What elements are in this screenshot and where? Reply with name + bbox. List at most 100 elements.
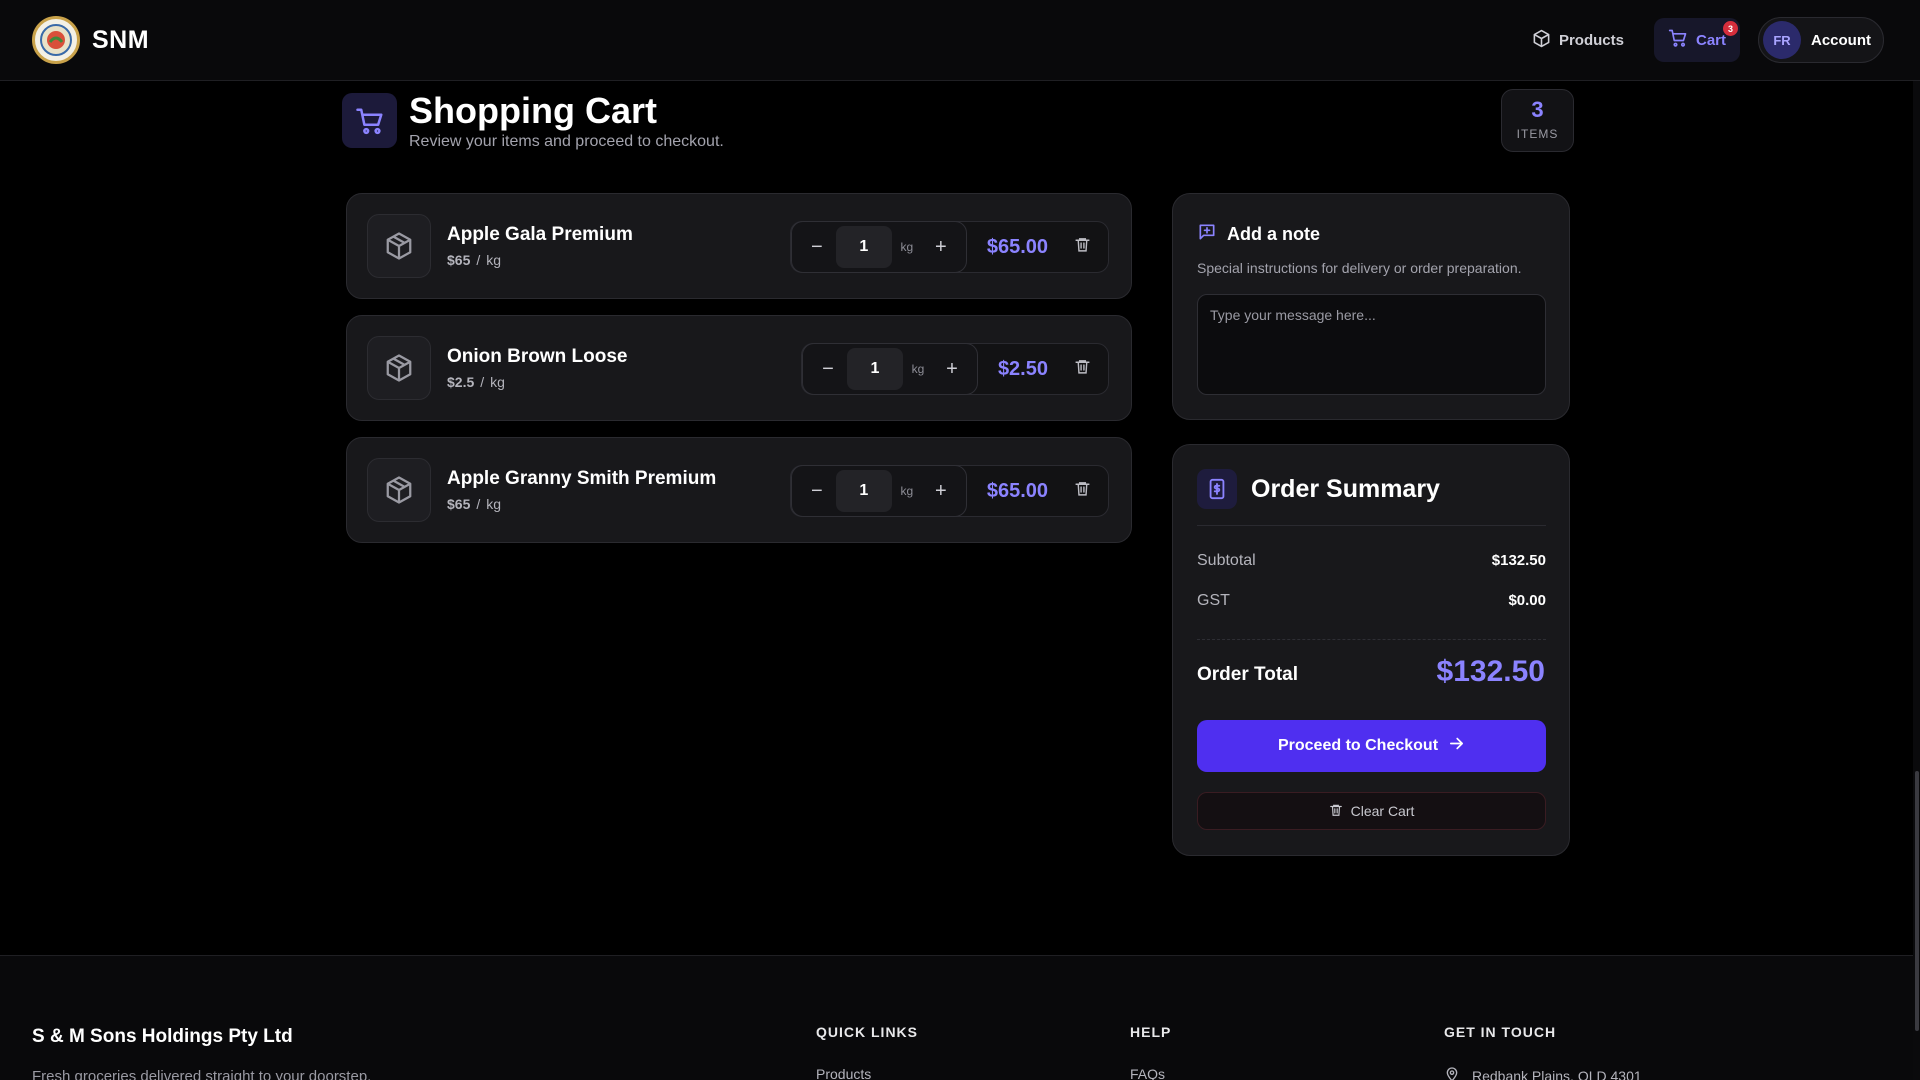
note-heading: Add a note	[1197, 222, 1320, 247]
remove-item-button[interactable]	[1062, 471, 1102, 511]
note-card: Add a note Special instructions for deli…	[1172, 193, 1570, 420]
trash-icon	[1074, 358, 1091, 380]
footer-contact: GET IN TOUCH Redbank Plains, QLD 4301	[1444, 1024, 1642, 1080]
summary-divider	[1197, 525, 1546, 526]
order-summary-card: Order Summary Subtotal $132.50 GST $0.00…	[1172, 444, 1570, 856]
item-total-price: $65.00	[986, 235, 1048, 258]
box-icon	[1532, 29, 1551, 52]
main-nav: Products Cart 3 FR Account	[1520, 17, 1884, 63]
contact-heading: GET IN TOUCH	[1444, 1024, 1557, 1040]
unit-price-value: $2.5	[447, 374, 475, 390]
subtotal-value: $132.50	[1491, 552, 1546, 569]
page-subtitle: Review your items and proceed to checkou…	[409, 133, 724, 150]
page-cart-icon	[342, 93, 397, 148]
subtotal-label: Subtotal	[1197, 552, 1256, 569]
unit-label: kg	[490, 374, 505, 390]
product-box-icon	[367, 214, 431, 278]
quantity-stepper: − 1 kg +	[801, 343, 978, 395]
increase-quantity-button[interactable]: +	[922, 472, 960, 510]
subtotal-row: Subtotal $132.50	[1197, 552, 1546, 570]
unit-separator: /	[476, 252, 481, 268]
footer-link-faqs[interactable]: FAQs	[1130, 1066, 1171, 1080]
nav-account-label: Account	[1811, 31, 1871, 49]
note-title: Add a note	[1227, 224, 1320, 244]
decrease-quantity-button[interactable]: −	[798, 228, 836, 266]
top-navbar: SNM Products Cart 3 FR Account	[0, 0, 1920, 81]
item-name: Apple Granny Smith Premium	[447, 468, 717, 489]
cart-icon	[1668, 28, 1688, 52]
footer-quick-links: QUICK LINKS Products	[816, 1024, 918, 1080]
avatar: FR	[1763, 21, 1801, 59]
help-heading: HELP	[1130, 1024, 1172, 1040]
quantity-unit: kg	[900, 484, 914, 498]
item-controls: − 1 kg + $65.00	[789, 221, 1109, 273]
nav-products-label: Products	[1558, 31, 1624, 49]
trash-icon	[1074, 236, 1091, 258]
unit-separator: /	[476, 496, 481, 512]
scrollbar-thumb[interactable]	[1915, 771, 1919, 1031]
unit-label: kg	[486, 496, 502, 512]
remove-item-button[interactable]	[1062, 349, 1102, 389]
product-box-icon	[367, 458, 431, 522]
nav-cart-link[interactable]: Cart 3	[1653, 18, 1740, 62]
item-unit-price: $65 / kg	[447, 496, 501, 512]
item-total-price: $2.50	[997, 357, 1048, 380]
summary-title: Order Summary	[1251, 474, 1440, 503]
brand-name: SNM	[92, 25, 150, 54]
unit-price-value: $65	[447, 252, 471, 268]
page-title: Shopping Cart	[409, 90, 657, 131]
address-text: Redbank Plains, QLD 4301	[1472, 1067, 1642, 1080]
note-description: Special instructions for delivery or ord…	[1197, 260, 1522, 276]
quantity-stepper: − 1 kg +	[790, 465, 967, 517]
summary-heading: Order Summary	[1197, 469, 1440, 509]
items-count-badge: 3 ITEMS	[1501, 89, 1574, 152]
footer-help: HELP FAQs	[1130, 1024, 1171, 1080]
account-menu-button[interactable]: FR Account	[1758, 17, 1884, 63]
clear-cart-button[interactable]: Clear Cart	[1197, 792, 1546, 830]
page-scrollbar[interactable]	[1913, 81, 1920, 1080]
quantity-input[interactable]: 1	[835, 470, 892, 512]
quantity-unit: kg	[900, 240, 914, 254]
unit-label: kg	[486, 252, 502, 268]
footer-company-name: S & M Sons Holdings Pty Ltd	[32, 1026, 293, 1047]
cart-count-badge: 3	[1723, 21, 1738, 36]
gst-label: GST	[1197, 592, 1230, 609]
decrease-quantity-button[interactable]: −	[809, 350, 847, 388]
footer-link-products[interactable]: Products	[816, 1066, 918, 1080]
receipt-icon	[1197, 469, 1237, 509]
cart-item: Apple Granny Smith Premium $65 / kg − 1 kg…	[346, 437, 1132, 543]
gst-value: $0.00	[1508, 592, 1546, 609]
footer-tagline: Fresh groceries delivered straight to yo…	[32, 1068, 372, 1080]
increase-quantity-button[interactable]: +	[922, 228, 960, 266]
increase-quantity-button[interactable]: +	[933, 350, 971, 388]
gst-row: GST $0.00	[1197, 592, 1546, 610]
quantity-input[interactable]: 1	[846, 348, 903, 390]
quantity-unit: kg	[911, 362, 925, 376]
unit-price-value: $65	[447, 496, 471, 512]
proceed-to-checkout-button[interactable]: Proceed to Checkout	[1197, 720, 1546, 772]
note-textarea[interactable]	[1197, 294, 1546, 395]
quick-links-heading: QUICK LINKS	[816, 1024, 918, 1040]
nav-products-link[interactable]: Products	[1520, 18, 1636, 62]
item-total-price: $65.00	[986, 479, 1048, 502]
order-total-value: $132.50	[1436, 655, 1545, 688]
footer-address: Redbank Plains, QLD 4301	[1444, 1066, 1642, 1080]
remove-item-button[interactable]	[1062, 227, 1102, 267]
decrease-quantity-button[interactable]: −	[798, 472, 836, 510]
clear-cart-label: Clear Cart	[1350, 803, 1415, 819]
item-controls: − 1 kg + $65.00	[789, 465, 1109, 517]
product-box-icon	[367, 336, 431, 400]
unit-separator: /	[480, 374, 485, 390]
trash-icon	[1329, 803, 1343, 820]
map-pin-icon	[1444, 1066, 1460, 1080]
brand[interactable]: SNM	[32, 16, 149, 64]
quantity-input[interactable]: 1	[835, 226, 892, 268]
message-plus-icon	[1197, 222, 1217, 247]
company-logo	[32, 16, 80, 64]
footer: S & M Sons Holdings Pty Ltd Fresh grocer…	[0, 955, 1920, 1080]
item-unit-price: $2.5 / kg	[447, 374, 505, 390]
item-name: Apple Gala Premium	[447, 224, 633, 245]
cart-item: Onion Brown Loose $2.5 / kg − 1 kg + $2.50	[346, 315, 1132, 421]
total-divider	[1197, 639, 1546, 640]
items-count-value: 3	[1531, 97, 1544, 122]
